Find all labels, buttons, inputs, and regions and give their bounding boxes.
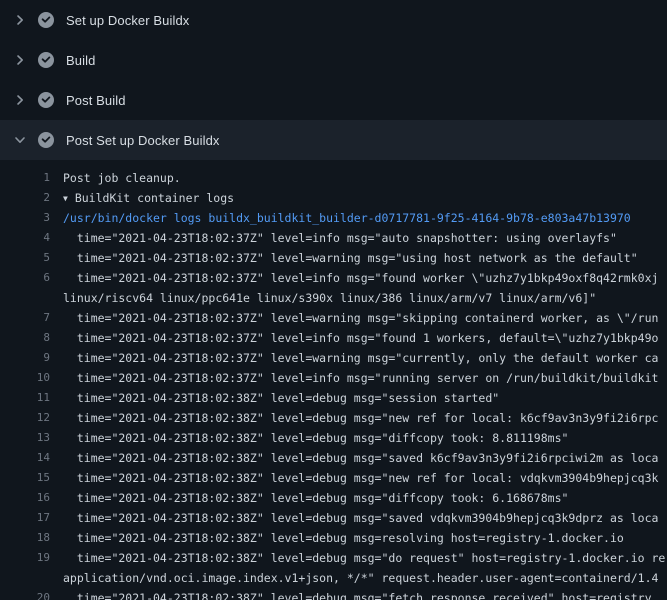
actions-log-viewer: Set up Docker Buildx Build P — [0, 0, 667, 600]
log-line-text: time="2021-04-23T18:02:37Z" level=info m… — [50, 368, 667, 388]
log-line-text: time="2021-04-23T18:02:37Z" level=info m… — [50, 228, 667, 248]
log-line-number[interactable]: 1 — [0, 168, 50, 188]
log-line: 19 time="2021-04-23T18:02:38Z" level=deb… — [0, 548, 667, 568]
log-line-text: time="2021-04-23T18:02:37Z" level=info m… — [50, 268, 667, 288]
log-line-number[interactable]: 2 — [0, 188, 50, 208]
chevron-right-icon[interactable] — [12, 12, 28, 28]
log-line-number[interactable]: 15 — [0, 468, 50, 488]
step-header[interactable]: Set up Docker Buildx — [0, 0, 667, 40]
log-line: 11 time="2021-04-23T18:02:38Z" level=deb… — [0, 388, 667, 408]
log-line-number[interactable]: 12 — [0, 408, 50, 428]
check-circle-icon — [38, 132, 54, 148]
log-line-text: time="2021-04-23T18:02:37Z" level=warnin… — [50, 348, 667, 368]
log-line: 8 time="2021-04-23T18:02:37Z" level=info… — [0, 328, 667, 348]
log-line-text: time="2021-04-23T18:02:38Z" level=debug … — [50, 508, 667, 528]
log-line-text: ▼BuildKit container logs — [50, 188, 667, 208]
chevron-right-icon[interactable] — [12, 52, 28, 68]
log-line-text: time="2021-04-23T18:02:38Z" level=debug … — [50, 428, 667, 448]
log-line-number — [0, 568, 50, 588]
log-line-text: time="2021-04-23T18:02:38Z" level=debug … — [50, 468, 667, 488]
log-line-number[interactable]: 13 — [0, 428, 50, 448]
chevron-right-icon[interactable] — [12, 92, 28, 108]
log-body: 1 Post job cleanup. 2 ▼BuildKit containe… — [0, 160, 667, 600]
log-line-text: time="2021-04-23T18:02:37Z" level=warnin… — [50, 308, 667, 328]
log-line-number[interactable]: 3 — [0, 208, 50, 228]
check-circle-icon — [38, 92, 54, 108]
step-header[interactable]: Post Set up Docker Buildx — [0, 120, 667, 160]
log-line-text: application/vnd.oci.image.index.v1+json,… — [50, 568, 667, 588]
log-line: 1 Post job cleanup. — [0, 168, 667, 188]
group-toggle-caret-icon[interactable]: ▼ — [63, 189, 68, 208]
log-line: 12 time="2021-04-23T18:02:38Z" level=deb… — [0, 408, 667, 428]
log-line: 4 time="2021-04-23T18:02:37Z" level=info… — [0, 228, 667, 248]
log-line: 6 time="2021-04-23T18:02:37Z" level=info… — [0, 268, 667, 288]
log-line: 18 time="2021-04-23T18:02:38Z" level=deb… — [0, 528, 667, 548]
log-line-number[interactable]: 9 — [0, 348, 50, 368]
log-line-number[interactable]: 19 — [0, 548, 50, 568]
log-line-text: time="2021-04-23T18:02:38Z" level=debug … — [50, 528, 667, 548]
log-line-text: time="2021-04-23T18:02:38Z" level=debug … — [50, 448, 667, 468]
log-line-text: time="2021-04-23T18:02:38Z" level=debug … — [50, 388, 667, 408]
log-line: 10 time="2021-04-23T18:02:37Z" level=inf… — [0, 368, 667, 388]
chevron-down-icon[interactable] — [12, 132, 28, 148]
log-line-number[interactable]: 20 — [0, 588, 50, 600]
log-line-number[interactable]: 16 — [0, 488, 50, 508]
step-title: Post Build — [66, 93, 126, 108]
log-line-number[interactable]: 8 — [0, 328, 50, 348]
log-line: application/vnd.oci.image.index.v1+json,… — [0, 568, 667, 588]
step-sections: Set up Docker Buildx Build P — [0, 0, 667, 160]
log-line-number[interactable]: 18 — [0, 528, 50, 548]
step-title: Set up Docker Buildx — [66, 13, 189, 28]
log-line-text: /usr/bin/docker logs buildx_buildkit_bui… — [50, 208, 667, 228]
step-header[interactable]: Build — [0, 40, 667, 80]
log-line: linux/riscv64 linux/ppc641e linux/s390x … — [0, 288, 667, 308]
log-line-text: time="2021-04-23T18:02:38Z" level=debug … — [50, 588, 667, 600]
log-line: 20 time="2021-04-23T18:02:38Z" level=deb… — [0, 588, 667, 600]
log-line: 16 time="2021-04-23T18:02:38Z" level=deb… — [0, 488, 667, 508]
step-title: Post Set up Docker Buildx — [66, 133, 220, 148]
log-line-text: time="2021-04-23T18:02:37Z" level=info m… — [50, 328, 667, 348]
log-line-number — [0, 288, 50, 308]
log-line-number[interactable]: 4 — [0, 228, 50, 248]
log-line-text: time="2021-04-23T18:02:37Z" level=warnin… — [50, 248, 667, 268]
log-line-number[interactable]: 10 — [0, 368, 50, 388]
log-line: 9 time="2021-04-23T18:02:37Z" level=warn… — [0, 348, 667, 368]
step-header[interactable]: Post Build — [0, 80, 667, 120]
log-line: 15 time="2021-04-23T18:02:38Z" level=deb… — [0, 468, 667, 488]
log-line-number[interactable]: 7 — [0, 308, 50, 328]
log-line: 17 time="2021-04-23T18:02:38Z" level=deb… — [0, 508, 667, 528]
log-line: 5 time="2021-04-23T18:02:37Z" level=warn… — [0, 248, 667, 268]
log-line-text: time="2021-04-23T18:02:38Z" level=debug … — [50, 408, 667, 428]
log-line-number[interactable]: 14 — [0, 448, 50, 468]
log-line-number[interactable]: 6 — [0, 268, 50, 288]
log-line-text: Post job cleanup. — [50, 168, 667, 188]
log-line-number[interactable]: 5 — [0, 248, 50, 268]
step-title: Build — [66, 53, 95, 68]
log-line-number[interactable]: 11 — [0, 388, 50, 408]
log-line-text: time="2021-04-23T18:02:38Z" level=debug … — [50, 548, 667, 568]
log-group-line[interactable]: 2 ▼BuildKit container logs — [0, 188, 667, 208]
log-line-text: time="2021-04-23T18:02:38Z" level=debug … — [50, 488, 667, 508]
log-line: 3 /usr/bin/docker logs buildx_buildkit_b… — [0, 208, 667, 228]
log-line: 14 time="2021-04-23T18:02:38Z" level=deb… — [0, 448, 667, 468]
log-line-text: linux/riscv64 linux/ppc641e linux/s390x … — [50, 288, 667, 308]
check-circle-icon — [38, 52, 54, 68]
log-line: 7 time="2021-04-23T18:02:37Z" level=warn… — [0, 308, 667, 328]
log-line: 13 time="2021-04-23T18:02:38Z" level=deb… — [0, 428, 667, 448]
log-line-number[interactable]: 17 — [0, 508, 50, 528]
check-circle-icon — [38, 12, 54, 28]
